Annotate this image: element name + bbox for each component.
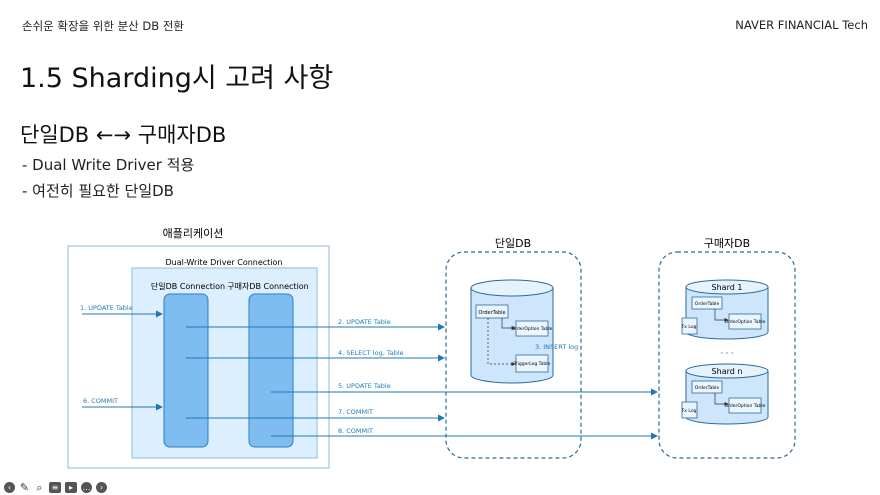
trigger-log-table-label: TriggerLog Table (513, 361, 551, 367)
single-db-connection-pillar (163, 293, 209, 448)
driver-connection-label: Dual-Write Driver Connection (165, 258, 282, 267)
shard-n-label: Shard n (712, 367, 743, 376)
step-2-label: 2. UPDATE Table (338, 318, 391, 326)
pen-icon[interactable]: ✎ (19, 482, 30, 493)
camera-icon[interactable]: ▸ (65, 482, 77, 493)
step-7-label: 7. COMMIT (338, 408, 373, 416)
shard-1-order-option-label: OrderOption Table (725, 319, 766, 325)
architecture-diagram: 애플리케이션 Dual-Write Driver Connection 단일DB… (67, 227, 796, 469)
shard-1-tx-log-label: Tx Log (681, 324, 697, 330)
next-slide-icon[interactable]: › (96, 482, 107, 493)
single-db-label: 단일DB (495, 236, 531, 250)
shard-n-order-option-label: OrderOption Table (725, 403, 766, 409)
buyer-db-connection-label: 구매자DB Connection (227, 282, 309, 291)
more-options-icon[interactable]: … (81, 482, 92, 493)
order-option-table-label: OrderOption Table (512, 326, 553, 332)
previous-slide-icon[interactable]: ‹ (4, 482, 15, 493)
step-8-label: 8. COMMIT (338, 427, 373, 435)
single-db-connection-label: 단일DB Connection (151, 281, 225, 291)
zoom-icon[interactable]: ⌕ (34, 482, 45, 493)
shard-dots: · · · (721, 349, 734, 358)
shard-n-tx-log-label: Tx Log (681, 408, 697, 414)
application-label: 애플리케이션 (163, 227, 224, 240)
captions-icon[interactable]: ≡ (49, 482, 61, 493)
step-5-label: 5. UPDATE Table (338, 382, 391, 390)
shard-1-order-table-label: OrderTable (695, 301, 720, 307)
presentation-toolbar: ‹ ✎ ⌕ ≡ ▸ … › (4, 482, 107, 493)
buyer-db-connection-pillar (248, 293, 294, 448)
shard-n-order-table-label: OrderTable (695, 385, 720, 391)
order-table-label: OrderTable (478, 310, 505, 316)
step-4-label: 4. SELECT log, Table (338, 349, 404, 357)
shard-1-label: Shard 1 (712, 283, 743, 292)
step-1-label: 1. UPDATE Table (80, 304, 133, 312)
insert-log-label: 3. INSERT log (535, 343, 578, 351)
buyer-db-label: 구매자DB (704, 237, 750, 250)
step-6-label: 6. COMMIT (83, 397, 118, 405)
